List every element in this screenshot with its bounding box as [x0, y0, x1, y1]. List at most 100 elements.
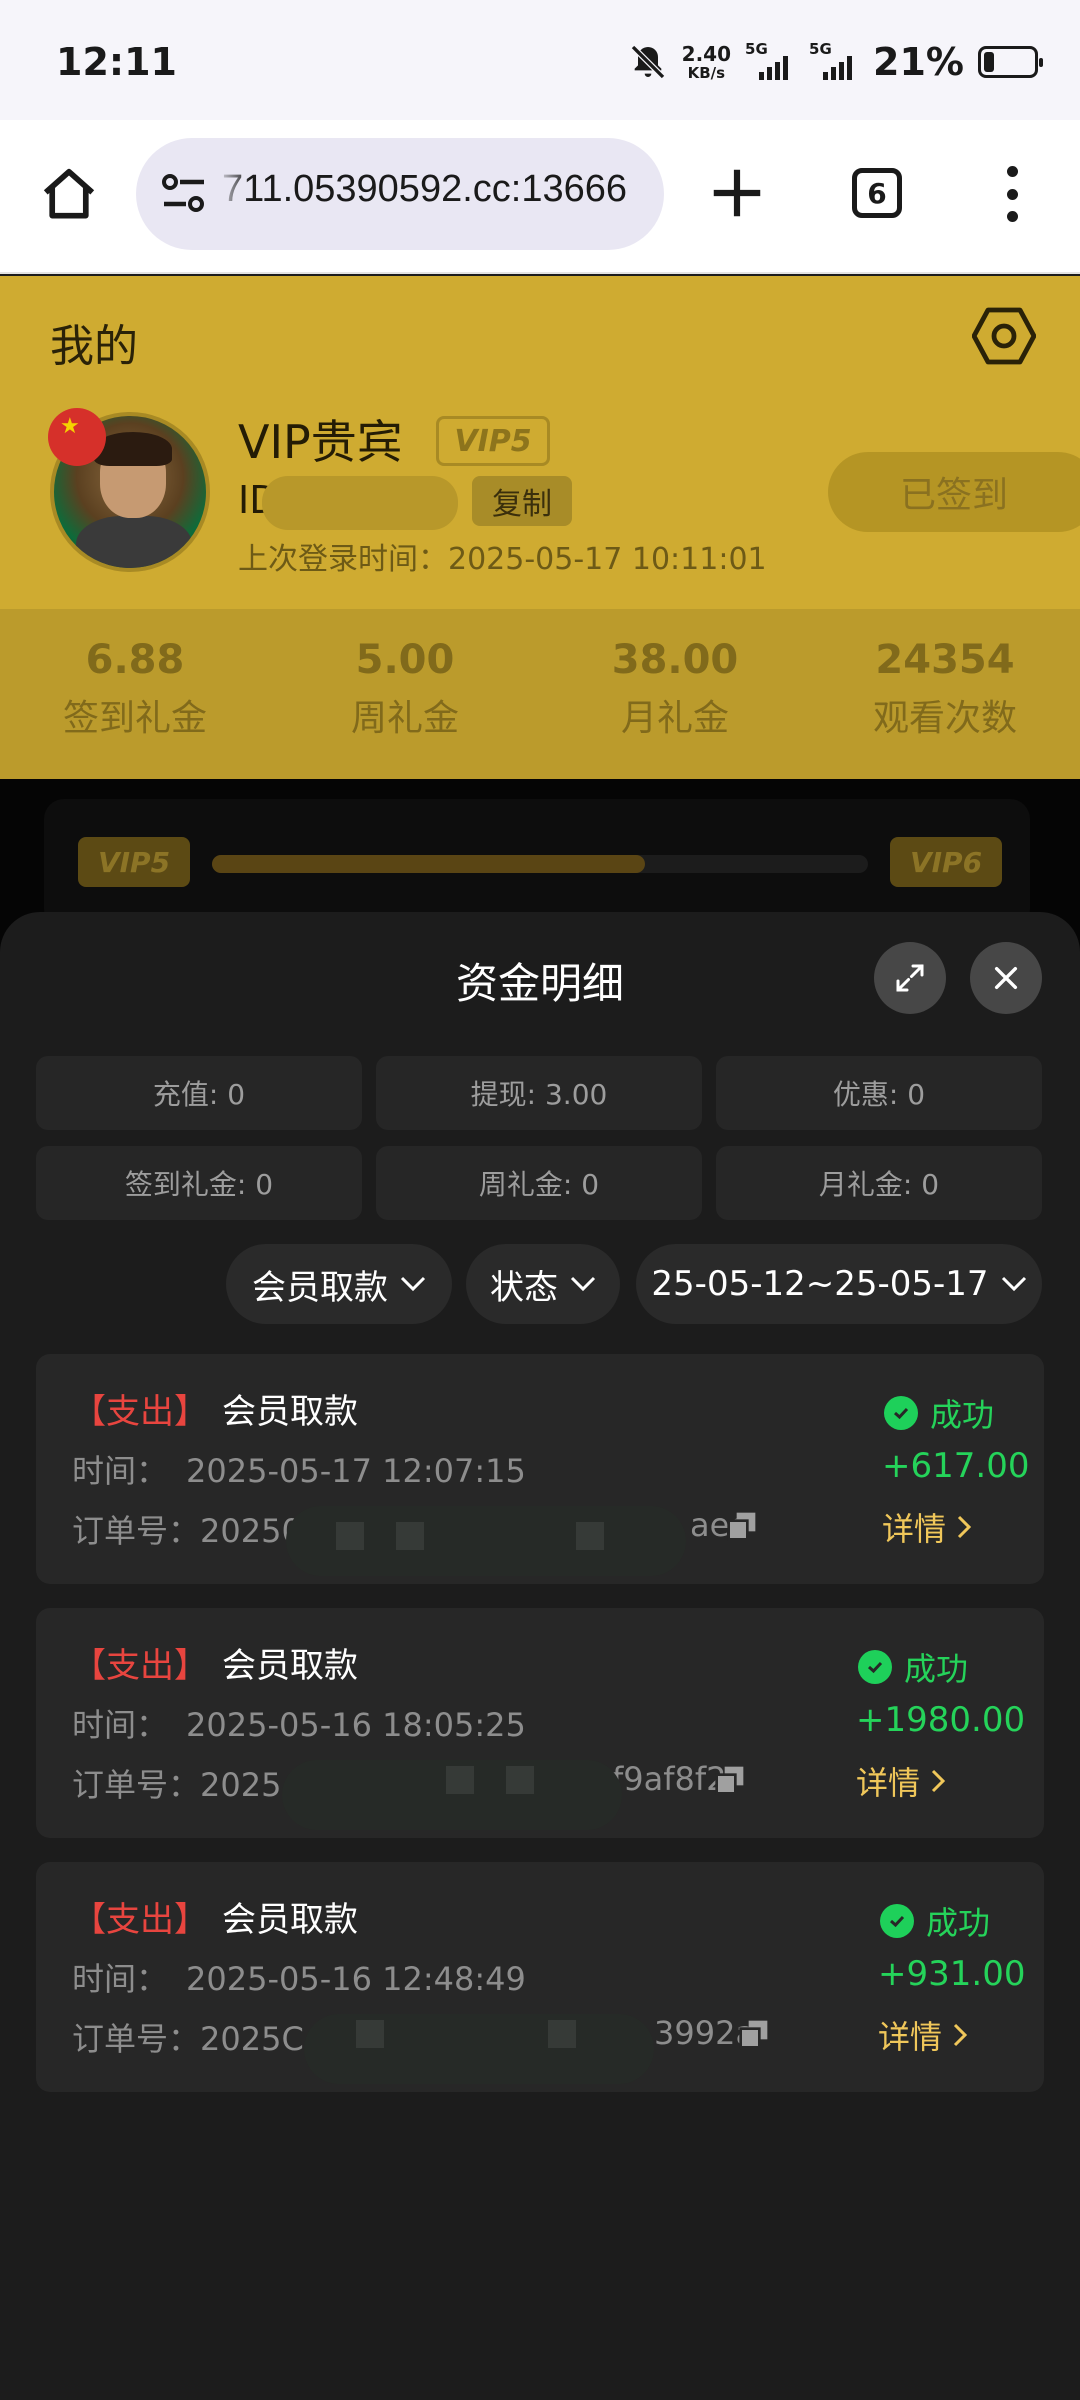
status-success: 成功 — [880, 1898, 990, 1944]
battery-percent: 21% — [873, 40, 964, 84]
profile-header: 我的 VIP贵宾 VIP5 ID 复制 上次登录时间：2025-05-17 10… — [0, 276, 1080, 609]
gift-summary: 6.88 签到礼金 5.00 周礼金 38.00 月礼金 24354 观看次数 — [0, 609, 1080, 779]
tune-icon[interactable] — [160, 172, 208, 216]
date-range-label: 25-05-12~25-05-17 — [651, 1264, 989, 1304]
detail-label: 详情 — [878, 2018, 943, 2056]
status-icons: 2.40 KB/s 5G 5G 21% — [628, 40, 1043, 84]
redaction-pixel — [446, 1766, 474, 1794]
gift-label: 观看次数 — [872, 698, 1017, 739]
gift-value: 5.00 — [355, 637, 455, 683]
detail-label: 详情 — [882, 1510, 947, 1548]
url-text: 711.05390592.cc:13666 — [222, 168, 627, 210]
home-icon[interactable] — [38, 164, 100, 226]
redaction-pixel — [548, 2020, 576, 2048]
time-value: 2025-05-16 12:48:49 — [186, 1960, 526, 1998]
order-value: 2025C — [200, 2020, 304, 2058]
id-redacted — [262, 476, 458, 530]
time-value: 2025-05-17 12:07:15 — [186, 1452, 526, 1490]
page-title: 我的 — [50, 321, 138, 372]
transaction-card[interactable]: 【支出】会员取款 时间： 2025-05-17 12:07:15 订单号： 2025… — [36, 1354, 1044, 1584]
vip-progress-bar — [212, 855, 868, 873]
time-label: 时间： — [72, 1960, 169, 1998]
url-fade — [216, 138, 250, 250]
transaction-type: 【支出】 会员取款 — [72, 1638, 358, 1687]
status-success: 成功 — [884, 1390, 994, 1436]
close-button[interactable] — [970, 942, 1042, 1014]
type-filter-dropdown[interactable]: 会员取款 — [226, 1244, 452, 1324]
status-filter-label: 状态 — [490, 1267, 558, 1308]
signal-icon-2: 5G — [809, 40, 859, 80]
vip-progress-card: VIP5 VIP6 — [44, 799, 1030, 929]
order-value: 2025 — [200, 1766, 282, 1804]
clock: 12:11 — [56, 40, 177, 84]
gift-value: 6.88 — [85, 637, 185, 683]
plus-icon[interactable] — [706, 162, 768, 224]
detail-link[interactable]: 详情 — [856, 1758, 946, 1804]
expand-button[interactable] — [874, 942, 946, 1014]
signed-in-button[interactable]: 已签到 — [828, 452, 1080, 532]
transaction-card[interactable]: 【支出】 会员取款 时间： 2025-05-16 18:05:25 订单号：2025… — [36, 1608, 1044, 1838]
transaction-amount: +931.00 — [878, 1954, 1026, 1994]
last-login: 上次登录时间：2025-05-17 10:11:01 — [238, 542, 767, 577]
time-label: 时间： — [72, 1452, 169, 1490]
network-speed: 2.40 KB/s — [682, 44, 731, 81]
current-level-badge: VIP5 — [78, 837, 190, 887]
transaction-time: 时间： 2025-05-16 18:05:25 — [72, 1700, 526, 1746]
flag-icon — [48, 408, 106, 466]
speed-value: 2.40 — [681, 41, 732, 66]
transaction-time: 时间： 2025-05-17 12:07:15 — [72, 1446, 526, 1492]
transaction-amount: +617.00 — [882, 1446, 1030, 1486]
stat-discount: 优惠: 0 — [716, 1056, 1042, 1130]
status-label: 成功 — [904, 1650, 969, 1688]
copy-icon[interactable] — [738, 2018, 770, 2050]
transaction-card[interactable]: 【支出】 会员取款 时间： 2025-05-16 12:48:49 订单号：2025… — [36, 1862, 1044, 2092]
address-bar[interactable]: 711.05390592.cc:13666 — [136, 138, 664, 250]
gift-value: 24354 — [875, 637, 1015, 683]
browser-toolbar: 711.05390592.cc:13666 6 — [0, 120, 1080, 274]
check-circle-icon — [884, 1396, 918, 1430]
chevron-down-icon — [570, 1276, 596, 1292]
redaction-pixel — [506, 1766, 534, 1794]
stat-signin-gift: 签到礼金: 0 — [36, 1146, 362, 1220]
vip-progress-fill — [212, 855, 645, 873]
chevron-down-icon — [1001, 1276, 1026, 1292]
chevron-right-icon — [931, 1769, 946, 1793]
gift-label: 周礼金 — [350, 698, 459, 739]
transaction-order: 订单号：2025 f9af8f2 — [72, 1760, 726, 1806]
order-label: 订单号： — [72, 1766, 201, 1804]
status-filter-dropdown[interactable]: 状态 — [466, 1244, 620, 1324]
detail-label: 详情 — [856, 1764, 921, 1802]
redaction-pixel — [336, 1522, 364, 1550]
redaction-pixel — [576, 1522, 604, 1550]
date-range-dropdown[interactable]: 25-05-12~25-05-17 — [636, 1244, 1042, 1324]
vip-badge: VIP5 — [436, 416, 550, 466]
stat-monthly-gift: 月礼金: 0 — [716, 1146, 1042, 1220]
gift-label: 签到礼金 — [62, 698, 207, 739]
transaction-order: 订单号：2025C 3992a — [72, 2014, 755, 2060]
copy-icon[interactable] — [726, 1510, 758, 1542]
settings-hex-icon[interactable] — [972, 306, 1036, 366]
stat-withdraw: 提现: 3.00 — [376, 1056, 702, 1130]
copy-id-button[interactable]: 复制 — [472, 476, 572, 526]
type-filter-label: 会员取款 — [252, 1267, 388, 1308]
more-vert-icon[interactable] — [1000, 166, 1024, 222]
transaction-name: 会员取款 — [222, 1646, 358, 1686]
expense-tag: 【支出】 — [72, 1900, 208, 1940]
stat-recharge: 充值: 0 — [36, 1056, 362, 1130]
detail-link[interactable]: 详情 — [882, 1504, 972, 1550]
status-label: 成功 — [926, 1904, 991, 1942]
chevron-right-icon — [957, 1515, 972, 1539]
sim1-label: 5G — [745, 40, 768, 58]
signal-icon-1: 5G — [745, 40, 795, 80]
tabs-icon[interactable]: 6 — [852, 168, 902, 218]
chevron-down-icon — [400, 1276, 426, 1292]
time-value: 2025-05-16 18:05:25 — [186, 1706, 526, 1744]
copy-icon[interactable] — [714, 1764, 746, 1796]
chevron-right-icon — [953, 2023, 968, 2047]
gift-value: 38.00 — [611, 637, 739, 683]
detail-link[interactable]: 详情 — [878, 2012, 968, 2058]
next-level-badge: VIP6 — [890, 837, 1002, 887]
speed-unit: KB/s — [687, 63, 726, 82]
gift-item: 5.00 周礼金 — [270, 609, 540, 779]
transaction-amount: +1980.00 — [856, 1700, 1026, 1740]
